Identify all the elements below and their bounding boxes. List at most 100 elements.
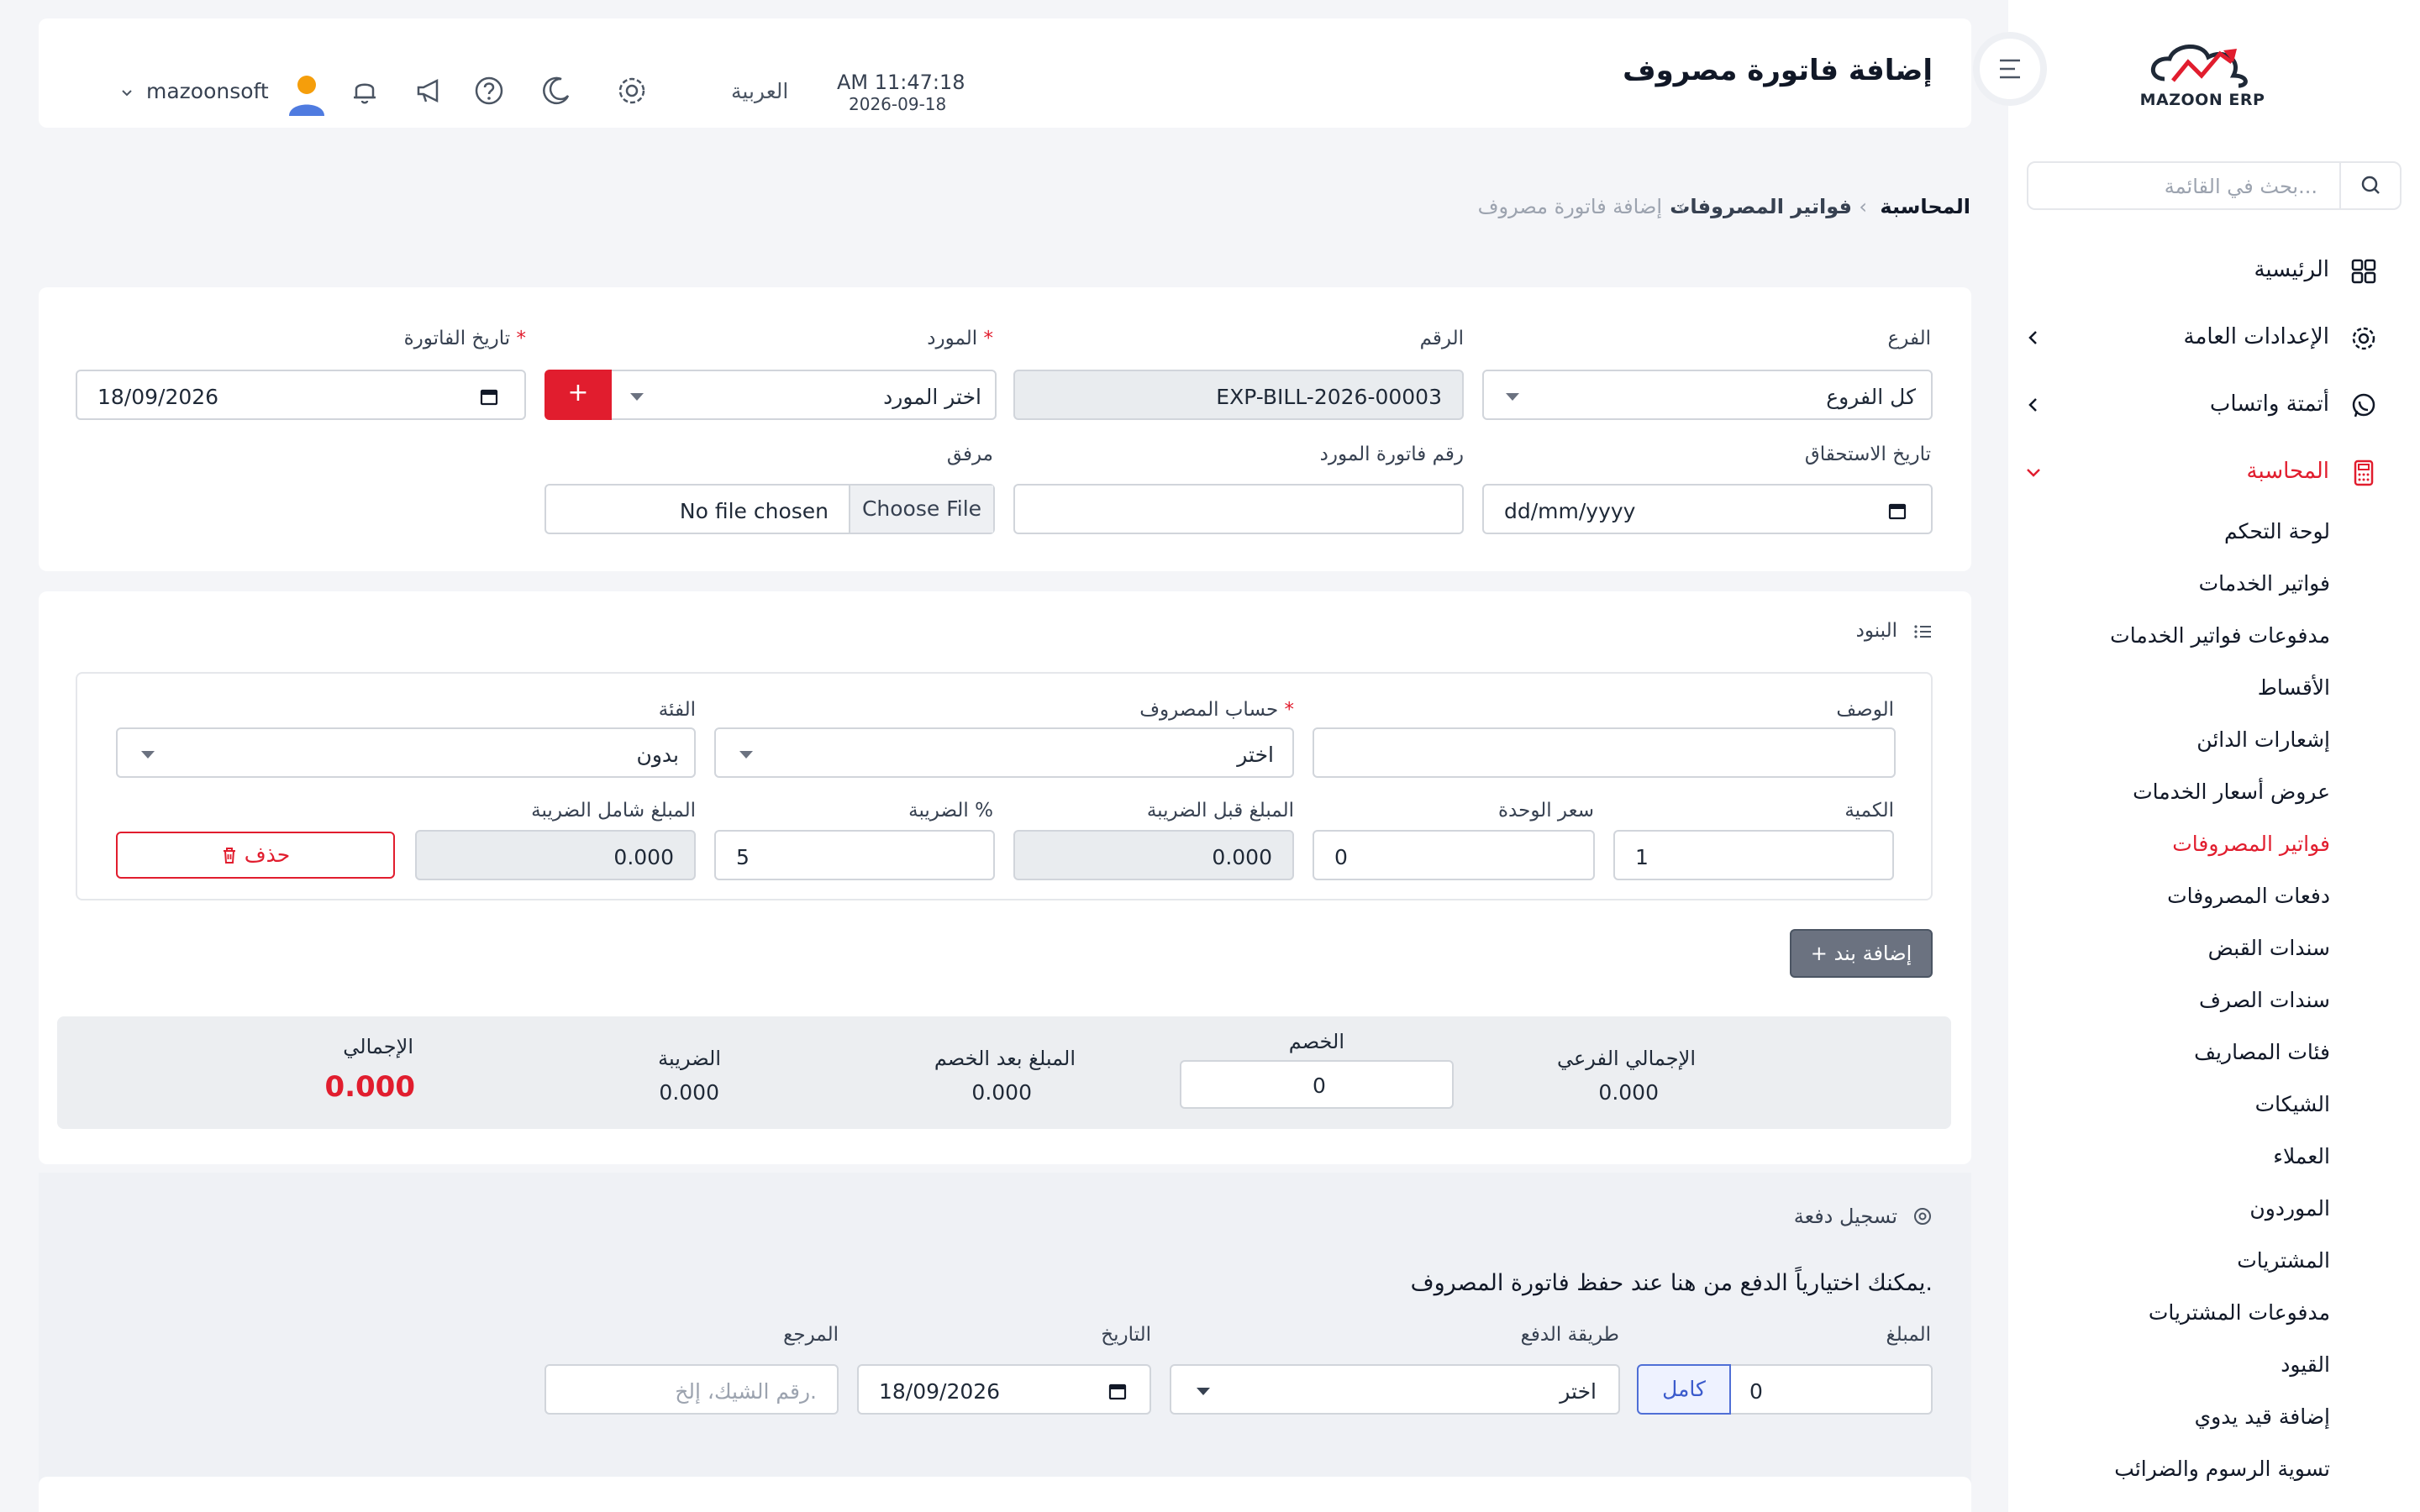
- expense-account-label: حساب المصروف *: [1139, 699, 1294, 721]
- trash-icon: [221, 843, 238, 867]
- sidebar-subitem[interactable]: سندات القبض: [2208, 936, 2330, 960]
- chevron-left-icon: [2023, 395, 2044, 415]
- sidebar-subitem[interactable]: إشعارات الدائن: [2196, 727, 2330, 752]
- sidebar-subitem[interactable]: القيود: [2281, 1352, 2330, 1377]
- add-supplier-button[interactable]: +: [544, 370, 612, 420]
- discount-input[interactable]: 0: [1180, 1060, 1454, 1109]
- caret-down-icon: [739, 751, 753, 759]
- sidebar-subitem[interactable]: إضافة قيد يدوي: [2195, 1404, 2330, 1429]
- sidebar-item-label: الإعدادات العامة: [2183, 324, 2329, 349]
- brand-logo[interactable]: MAZOON ERP: [2139, 37, 2265, 113]
- logo-mark: [2150, 45, 2248, 88]
- quantity-input[interactable]: 1: [1613, 830, 1894, 880]
- megaphone-icon[interactable]: [413, 74, 447, 108]
- avatar[interactable]: [286, 72, 328, 118]
- no-file-text: No file chosen: [679, 499, 829, 523]
- subtotal-value: 0.000: [1598, 1080, 1659, 1105]
- sidebar-item-label: أتمتة واتساب: [2209, 391, 2329, 417]
- description-input[interactable]: [1313, 727, 1896, 778]
- sidebar-search-input[interactable]: بحث في القائمة...: [2027, 161, 2402, 210]
- delete-line-button[interactable]: حذف: [116, 832, 395, 879]
- invoice-date-input[interactable]: 18/09/2026: [76, 370, 526, 420]
- sidebar-subitem[interactable]: الأقساط: [2258, 675, 2330, 700]
- menu-icon: [2000, 59, 2020, 79]
- breadcrumb-parent[interactable]: فواتير المصروفات: [1670, 195, 1852, 218]
- sidebar-subitem[interactable]: فواتير الخدمات: [2199, 571, 2330, 596]
- payment-method-label: طريقة الدفع: [1520, 1324, 1619, 1346]
- sidebar-search-placeholder: بحث في القائمة...: [2164, 175, 2317, 198]
- branch-label: الفرع: [1887, 328, 1931, 349]
- sidebar-subitem[interactable]: دفعات المصروفات: [2167, 884, 2330, 908]
- username[interactable]: mazoonsoft: [146, 79, 269, 103]
- payment-method-select[interactable]: اختر: [1170, 1364, 1620, 1415]
- unit-price-input[interactable]: 0: [1313, 830, 1595, 880]
- settings-gear-icon[interactable]: [615, 74, 649, 108]
- sidebar-subitem[interactable]: الموردون: [2249, 1196, 2330, 1221]
- grand-total-label: الإجمالي: [343, 1035, 413, 1058]
- attachment-file-input[interactable]: No file chosen Choose File: [544, 484, 995, 534]
- bell-icon[interactable]: [348, 74, 381, 108]
- after-discount-value: 0.000: [971, 1080, 1032, 1105]
- unit-price-label: سعر الوحدة: [1498, 800, 1594, 822]
- calendar-icon[interactable]: [479, 386, 499, 407]
- sidebar-subitem-active[interactable]: فواتير المصروفات: [2172, 832, 2330, 856]
- search-icon[interactable]: [2339, 163, 2400, 208]
- caret-down-icon: [1506, 393, 1519, 401]
- amount-value: 0: [1749, 1379, 1763, 1404]
- choose-file-button[interactable]: Choose File: [849, 486, 993, 533]
- add-line-button[interactable]: + إضافة بند: [1790, 929, 1933, 978]
- supplier-select[interactable]: اختر المورد: [610, 370, 997, 420]
- sidebar-subitem[interactable]: العملاء: [2273, 1144, 2330, 1168]
- menu-toggle-button[interactable]: [1973, 32, 2047, 106]
- supplier-invoice-input[interactable]: [1013, 484, 1464, 534]
- breadcrumb-separator: ‹: [1859, 195, 1867, 218]
- items-section-title: البنود: [1855, 620, 1897, 642]
- sidebar-subitem[interactable]: لوحة التحكم: [2224, 519, 2330, 543]
- sidebar-subitem[interactable]: عروض أسعار الخدمات: [2133, 780, 2330, 804]
- unit-price-value: 0: [1334, 845, 1348, 869]
- expense-account-select[interactable]: اختر: [714, 727, 1294, 778]
- language-switch[interactable]: العربية: [731, 79, 788, 103]
- calendar-icon[interactable]: [1887, 501, 1907, 521]
- due-date-label: تاريخ الاستحقاق: [1804, 444, 1931, 465]
- payment-date-input[interactable]: 18/09/2026: [857, 1364, 1151, 1415]
- quantity-value: 1: [1635, 845, 1649, 869]
- chevron-down-icon[interactable]: [119, 86, 134, 101]
- breadcrumb-root[interactable]: المحاسبة: [1880, 195, 1970, 218]
- expense-account-label-text: حساب المصروف: [1139, 699, 1279, 721]
- breadcrumb-current: إضافة فاتورة مصروف: [1477, 195, 1662, 218]
- amount-label: المبلغ: [1886, 1324, 1932, 1346]
- reference-placeholder: رقم الشيك، إلخ.: [675, 1379, 817, 1404]
- pre-tax-value: 0.000: [1212, 845, 1272, 869]
- calendar-icon[interactable]: [1107, 1381, 1128, 1401]
- sidebar-subitem[interactable]: مدفوعات المشتريات: [2149, 1300, 2330, 1325]
- sidebar-subitem[interactable]: فئات المصاريف: [2194, 1040, 2330, 1064]
- payment-section-title: تسجيل دفعة: [1793, 1205, 1897, 1228]
- due-date-input[interactable]: dd/mm/yyyy: [1482, 484, 1933, 534]
- tax-percent-input[interactable]: 5: [714, 830, 995, 880]
- sidebar-subitem[interactable]: الشيكات: [2255, 1092, 2330, 1116]
- discount-label: الخصم: [1288, 1030, 1344, 1053]
- category-select[interactable]: بدون: [116, 727, 696, 778]
- full-amount-button[interactable]: كامل: [1637, 1364, 1731, 1415]
- help-icon[interactable]: [472, 74, 506, 108]
- pre-tax-field: 0.000: [1013, 830, 1294, 880]
- after-discount-label: المبلغ بعد الخصم: [934, 1047, 1076, 1070]
- supplier-invoice-label: رقم فاتورة المورد: [1319, 444, 1464, 465]
- breadcrumb-separator: ‹: [1677, 195, 1686, 218]
- reference-label: المرجع: [783, 1324, 839, 1346]
- caret-down-icon: [141, 751, 155, 759]
- amount-input[interactable]: 0: [1729, 1364, 1933, 1415]
- pre-tax-label: المبلغ قبل الضريبة: [1146, 800, 1294, 822]
- number-label: الرقم: [1419, 328, 1464, 349]
- sidebar-subitem[interactable]: تسوية الرسوم والضرائب: [2114, 1457, 2330, 1481]
- sidebar-subitem[interactable]: المشتريات: [2237, 1248, 2330, 1273]
- description-label: الوصف: [1836, 699, 1894, 721]
- sidebar-subitem[interactable]: مدفوعات فواتير الخدمات: [2110, 623, 2330, 648]
- whatsapp-icon: [2349, 391, 2378, 420]
- moon-icon[interactable]: [539, 74, 573, 108]
- payment-method-value: اختر: [1560, 1379, 1597, 1404]
- branch-select[interactable]: كل الفروع: [1482, 370, 1933, 420]
- sidebar-subitem[interactable]: سندات الصرف: [2199, 988, 2330, 1012]
- reference-input[interactable]: رقم الشيك، إلخ.: [544, 1364, 839, 1415]
